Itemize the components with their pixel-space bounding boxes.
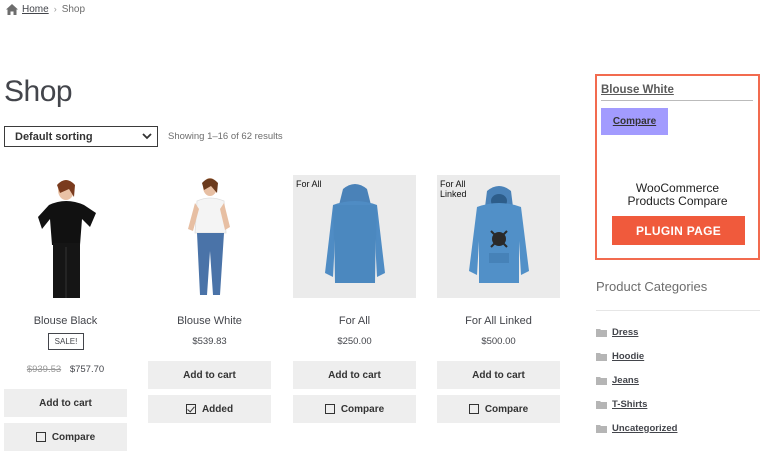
folder-icon [596,400,607,409]
compare-label: Compare [340,403,385,415]
compare-label: Added [201,403,234,415]
category-item-t-shirts[interactable]: T-Shirts [596,397,647,411]
folder-icon [596,424,607,433]
product-price: $250.00 [337,336,372,347]
product-name[interactable]: Blouse Black [4,315,127,327]
checkbox-icon [35,432,46,442]
chevron-down-icon [142,133,152,140]
product-photo-white-blouse [188,178,230,295]
plugin-page-button[interactable]: PLUGIN PAGE [612,216,745,245]
folder-icon [596,352,607,361]
product-photo-hoodie-front [469,186,529,283]
category-label: Uncategorized [612,422,678,434]
compare-widget-product-link[interactable]: Blouse White [601,84,674,96]
breadcrumb-home-link[interactable]: Home [22,4,49,15]
promo-line-2: Products Compare [627,194,728,208]
sorting-select[interactable]: Default sorting [4,126,158,147]
breadcrumb-current: Shop [61,3,86,15]
product-price: $500.00 [481,336,516,347]
sorting-selected-value: Default sorting [15,130,93,143]
product-price: $939.53 $757.70 [4,364,127,375]
result-count: Showing 1–16 of 62 results [168,131,283,142]
checkbox-checked-icon [185,404,196,414]
folder-icon [596,328,607,337]
product-image[interactable]: For All Linked [437,175,560,298]
checkbox-icon [468,404,479,414]
compare-widget: Blouse White Compare WooCommerce Product… [595,74,760,260]
breadcrumb-separator: › [53,4,57,14]
product-image[interactable]: For All [293,175,416,298]
category-item-dress[interactable]: Dress [596,325,638,339]
category-item-jeans[interactable]: Jeans [596,373,639,387]
product-name[interactable]: Blouse White [148,315,271,327]
product-card: For All For All $250.00 Add to cart Comp… [293,175,416,423]
sale-badge: SALE! [48,333,84,350]
product-card: For All Linked For All Linked $500.00 Ad… [437,175,560,423]
compare-label: Compare [484,403,529,415]
product-price: $539.83 [192,336,227,347]
divider [596,310,760,311]
category-label: Hoodie [612,350,645,362]
categories-title: Product Categories [596,279,708,294]
add-to-cart-button[interactable]: Add to cart [437,361,560,389]
add-to-cart-button[interactable]: Add to cart [4,389,127,417]
category-item-hoodie[interactable]: Hoodie [596,349,644,363]
home-icon [6,3,18,15]
sale-price: $757.70 [69,364,105,375]
breadcrumb: Home › Shop [6,2,85,16]
category-label: Dress [612,326,639,338]
compare-button[interactable]: Compare [293,395,416,423]
compare-label: Compare [51,431,96,443]
product-photo-black-blouse [38,180,96,298]
old-price: $939.53 [26,364,62,375]
category-item-uncategorized[interactable]: Uncategorized [596,421,677,435]
product-card: Blouse Black SALE! $939.53 $757.70 Add t… [4,175,127,451]
product-name[interactable]: For All [293,315,416,327]
compare-widget-compare-button[interactable]: Compare [601,108,668,135]
compare-button[interactable]: Added [148,395,271,423]
product-name[interactable]: For All Linked [437,315,560,327]
divider [601,100,753,101]
compare-promo-text: WooCommerce Products Compare [597,182,758,208]
product-image[interactable] [148,175,271,298]
add-to-cart-button[interactable]: Add to cart [148,361,271,389]
product-card: Blouse White $539.83 Add to cart Added [148,175,271,423]
add-to-cart-button[interactable]: Add to cart [293,361,416,389]
product-photo-hoodie-back [325,184,385,283]
compare-button[interactable]: Compare [4,423,127,451]
category-label: Jeans [612,374,639,386]
category-label: T-Shirts [612,398,648,410]
compare-button[interactable]: Compare [437,395,560,423]
product-image[interactable] [4,175,127,298]
page-title: Shop [4,75,73,108]
checkbox-icon [324,404,335,414]
folder-icon [596,376,607,385]
